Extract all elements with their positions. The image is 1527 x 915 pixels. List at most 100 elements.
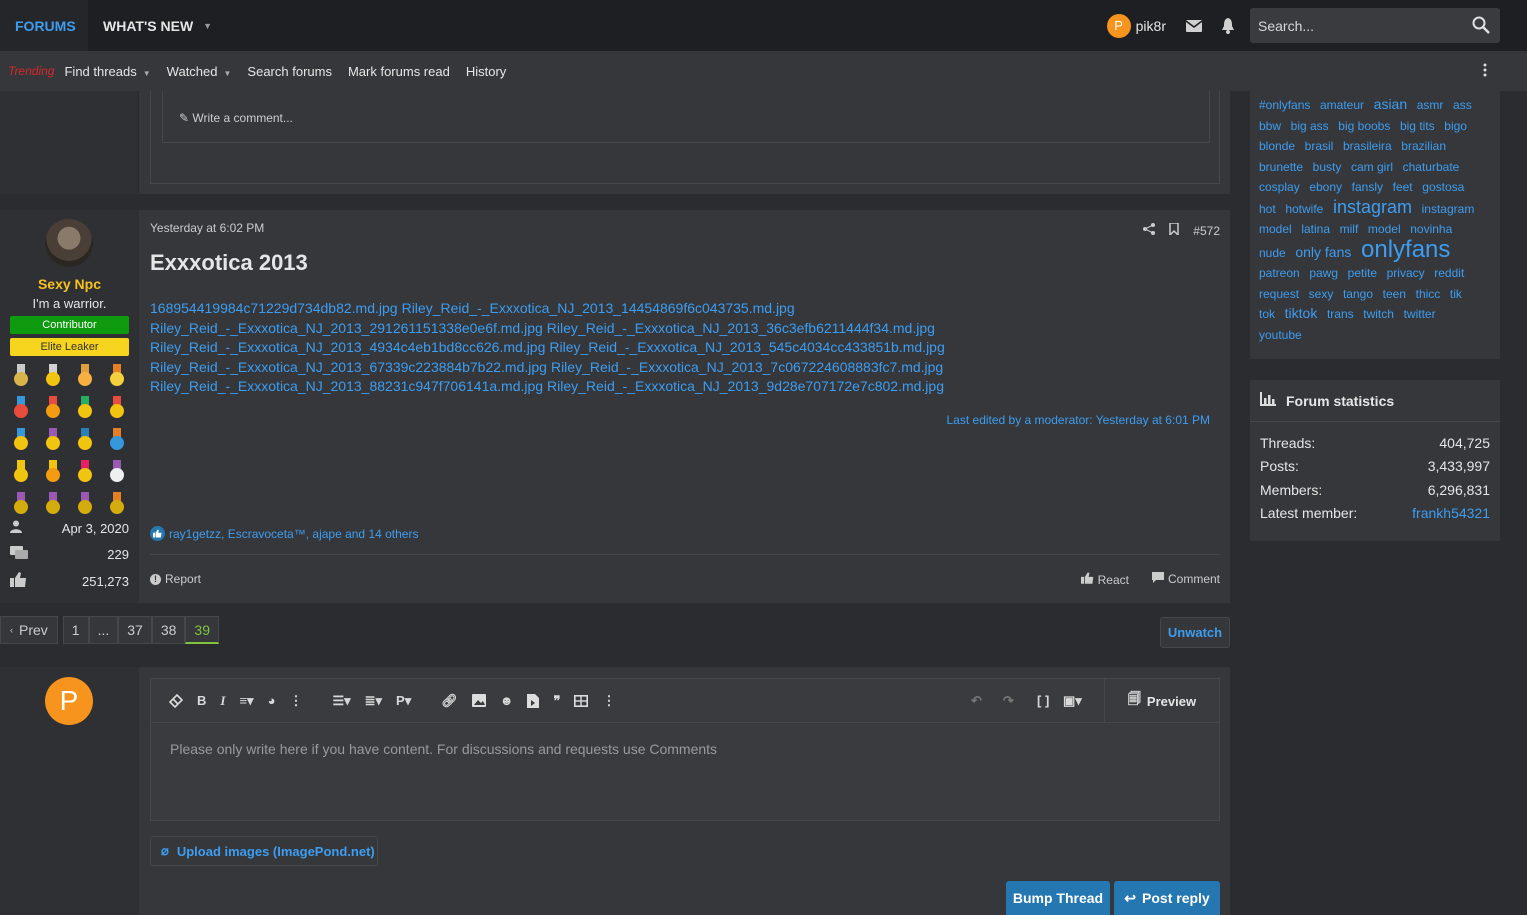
undo-icon[interactable]: ↶ — [971, 691, 982, 711]
image-link[interactable]: Riley_Reid_-_Exxxotica_NJ_2013_545c4034c… — [549, 339, 944, 355]
tag-link[interactable]: request — [1259, 287, 1299, 301]
medal-icon[interactable] — [106, 492, 128, 514]
tag-link[interactable]: milf — [1340, 222, 1359, 236]
table-icon[interactable] — [574, 691, 589, 711]
align-icon[interactable]: ≣▾ — [365, 691, 382, 711]
tag-link[interactable]: model — [1368, 222, 1401, 236]
tag-link[interactable]: brazilian — [1401, 139, 1446, 153]
react-button[interactable]: React — [1080, 572, 1129, 587]
write-comment-field[interactable]: ✎ Write a comment... — [162, 91, 1210, 143]
tag-link[interactable]: #onlyfans — [1259, 98, 1310, 112]
tag-link[interactable]: blonde — [1259, 139, 1295, 153]
medal-icon[interactable] — [74, 460, 96, 482]
medal-icon[interactable] — [10, 460, 32, 482]
tag-link[interactable]: thicc — [1416, 287, 1441, 301]
more-vertical-icon[interactable] — [1483, 63, 1487, 80]
tag-link[interactable]: asmr — [1417, 98, 1444, 112]
tab-forums[interactable]: FORUMS — [0, 0, 88, 51]
tag-link[interactable]: model — [1259, 222, 1292, 236]
tag-link[interactable]: teen — [1383, 287, 1406, 301]
medal-icon[interactable] — [106, 428, 128, 450]
avatar[interactable] — [45, 219, 93, 267]
mail-icon[interactable] — [1182, 14, 1206, 38]
medal-icon[interactable] — [106, 460, 128, 482]
reply-textarea[interactable] — [151, 723, 1219, 820]
medal-icon[interactable] — [42, 492, 64, 514]
page-link[interactable]: 38 — [151, 616, 186, 644]
tag-link[interactable]: tok — [1259, 307, 1275, 321]
media-icon[interactable] — [527, 691, 540, 711]
medal-icon[interactable] — [42, 396, 64, 418]
trending-link[interactable]: Trending — [8, 64, 54, 78]
image-link[interactable]: Riley_Reid_-_Exxxotica_NJ_2013_88231c947… — [150, 378, 543, 394]
unwatch-button[interactable]: Unwatch — [1160, 617, 1230, 648]
tag-link[interactable]: petite — [1348, 266, 1377, 280]
medal-icon[interactable] — [10, 396, 32, 418]
medal-icon[interactable] — [74, 492, 96, 514]
tag-link[interactable]: fansly — [1352, 180, 1383, 194]
medal-icon[interactable] — [42, 460, 64, 482]
tag-link[interactable]: brunette — [1259, 160, 1303, 174]
image-link[interactable]: Riley_Reid_-_Exxxotica_NJ_2013_9d28e7071… — [547, 378, 944, 394]
watched-link[interactable]: Watched ▼ — [167, 64, 232, 79]
tag-link[interactable]: tiktok — [1285, 305, 1318, 321]
tag-link[interactable]: nude — [1259, 246, 1286, 260]
tag-link[interactable]: big tits — [1400, 119, 1435, 133]
medal-icon[interactable] — [74, 396, 96, 418]
tag-link[interactable]: reddit — [1434, 266, 1464, 280]
medal-icon[interactable] — [106, 396, 128, 418]
image-link[interactable]: Riley_Reid_-_Exxxotica_NJ_2013_36c3efb62… — [547, 320, 935, 336]
page-ellipsis[interactable]: ... — [88, 616, 119, 644]
search-input[interactable] — [1258, 17, 1458, 34]
post-reply-button[interactable]: ↩ Post reply — [1114, 881, 1220, 915]
palette-icon[interactable]: ◕ — [268, 691, 276, 711]
more-options-icon[interactable]: ⋮ — [289, 691, 302, 711]
tag-link[interactable]: privacy — [1387, 266, 1425, 280]
tab-whats-new[interactable]: WHAT'S NEW ▼ — [88, 0, 227, 51]
tag-link[interactable]: amateur — [1320, 98, 1364, 112]
medal-icon[interactable] — [42, 428, 64, 450]
image-icon[interactable] — [471, 691, 486, 711]
find-threads-link[interactable]: Find threads ▼ — [64, 64, 150, 79]
medal-icon[interactable] — [42, 364, 64, 386]
page-link[interactable]: 1 — [62, 616, 89, 644]
tag-link[interactable]: chaturbate — [1403, 160, 1460, 174]
tag-link[interactable]: instagram — [1422, 202, 1475, 216]
medal-icon[interactable] — [74, 364, 96, 386]
user-avatar[interactable]: P — [1106, 13, 1131, 38]
mark-forums-read-link[interactable]: Mark forums read — [348, 64, 450, 79]
post-date[interactable]: Yesterday at 6:02 PM — [150, 221, 264, 235]
tag-link[interactable]: pawg — [1309, 266, 1338, 280]
prev-page-button[interactable]: ‹ Prev — [0, 616, 58, 644]
tag-link[interactable]: ass — [1453, 98, 1472, 112]
search-forums-link[interactable]: Search forums — [247, 64, 332, 79]
tag-link[interactable]: gostosa — [1422, 180, 1464, 194]
post-username[interactable]: Sexy Npc — [0, 276, 139, 292]
tag-link[interactable]: big ass — [1291, 119, 1329, 133]
tag-link[interactable]: bigo — [1444, 119, 1467, 133]
bold-icon[interactable]: B — [197, 691, 206, 711]
image-link[interactable]: 168954419984c71229d734db82.md.jpg — [150, 300, 398, 316]
tag-link[interactable]: feet — [1393, 180, 1413, 194]
tag-link[interactable]: onlyfans — [1361, 236, 1450, 263]
tag-link[interactable]: cam girl — [1351, 160, 1393, 174]
image-link[interactable]: Riley_Reid_-_Exxxotica_NJ_2013_14454869f… — [402, 300, 795, 316]
page-link[interactable]: 37 — [118, 616, 152, 644]
tag-link[interactable]: sexy — [1309, 287, 1334, 301]
bump-thread-button[interactable]: Bump Thread — [1006, 881, 1110, 915]
tag-link[interactable]: hot — [1259, 202, 1276, 216]
emoji-icon[interactable]: ☻ — [500, 691, 514, 711]
preview-button[interactable]: 🗐︎ Preview — [1104, 679, 1219, 723]
image-link[interactable]: Riley_Reid_-_Exxxotica_NJ_2013_67339c223… — [150, 359, 547, 375]
link-icon[interactable]: 🔗︎ — [441, 691, 458, 711]
report-button[interactable]: ! Report — [150, 572, 201, 586]
medal-icon[interactable] — [10, 364, 32, 386]
image-link[interactable]: Riley_Reid_-_Exxxotica_NJ_2013_291261151… — [150, 320, 543, 336]
tag-link[interactable]: ebony — [1309, 180, 1342, 194]
tag-link[interactable]: latina — [1301, 222, 1330, 236]
tag-link[interactable]: patreon — [1259, 266, 1300, 280]
text-size-icon[interactable]: ≡▾ — [239, 691, 253, 711]
tag-link[interactable]: bbw — [1259, 119, 1281, 133]
tag-link[interactable]: only fans — [1295, 244, 1351, 260]
last-edited-note[interactable]: Last edited by a moderator: Yesterday at… — [947, 413, 1211, 427]
